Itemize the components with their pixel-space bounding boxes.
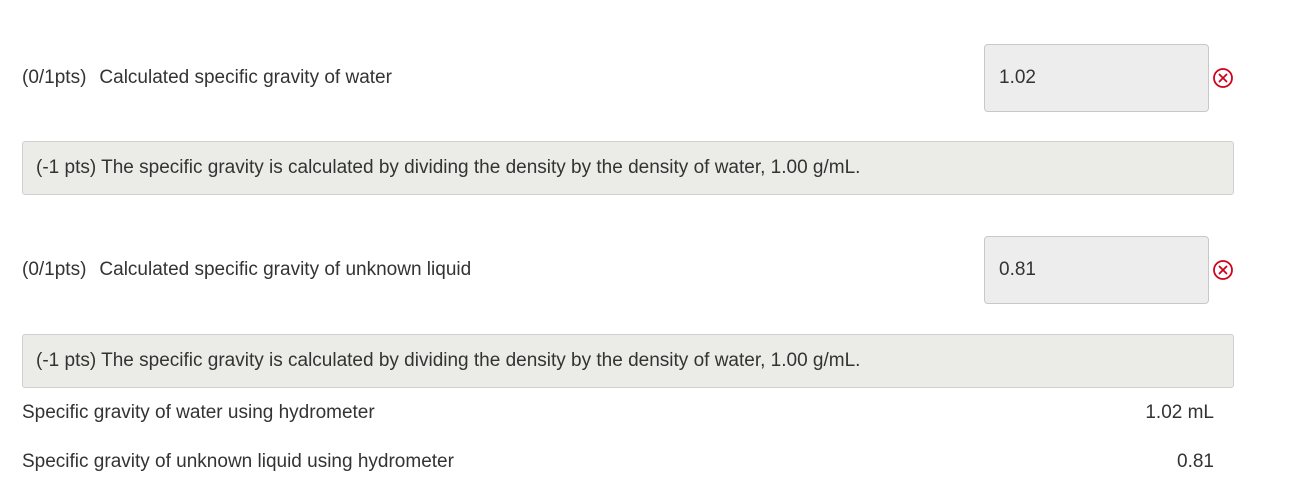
measurement-value: 0.81 [1177, 451, 1214, 472]
feedback-box-water: (-1 pts) The specific gravity is calcula… [22, 141, 1234, 195]
question-row-unknown-liquid: (0/1pts) Calculated specific gravity of u… [22, 236, 1234, 304]
measurement-value: 1.02 mL [1145, 402, 1214, 423]
feedback-text: (-1 pts) The specific gravity is calcula… [36, 350, 861, 371]
question-points: (0/1pts) [22, 67, 87, 88]
measurement-label: Specific gravity of unknown liquid using… [22, 451, 454, 472]
question-text: Calculated specific gravity of water [99, 67, 392, 88]
feedback-text: (-1 pts) The specific gravity is calcula… [36, 157, 861, 178]
question-label: (0/1pts) Calculated specific gravity of w… [22, 67, 392, 89]
x-circle-icon [1213, 68, 1233, 88]
measurement-row-water: Specific gravity of water using hydromet… [22, 398, 1214, 428]
question-label: (0/1pts) Calculated specific gravity of u… [22, 259, 471, 281]
question-text: Calculated specific gravity of unknown l… [99, 259, 472, 280]
answer-input-unknown-liquid[interactable] [984, 236, 1209, 304]
question-points: (0/1pts) [22, 259, 87, 280]
x-circle-icon [1213, 260, 1233, 280]
measurement-row-unknown-liquid: Specific gravity of unknown liquid using… [22, 447, 1214, 477]
answer-input-water[interactable] [984, 44, 1209, 112]
feedback-box-unknown-liquid: (-1 pts) The specific gravity is calcula… [22, 334, 1234, 388]
measurement-label: Specific gravity of water using hydromet… [22, 402, 375, 423]
question-row-water: (0/1pts) Calculated specific gravity of w… [22, 44, 1234, 112]
